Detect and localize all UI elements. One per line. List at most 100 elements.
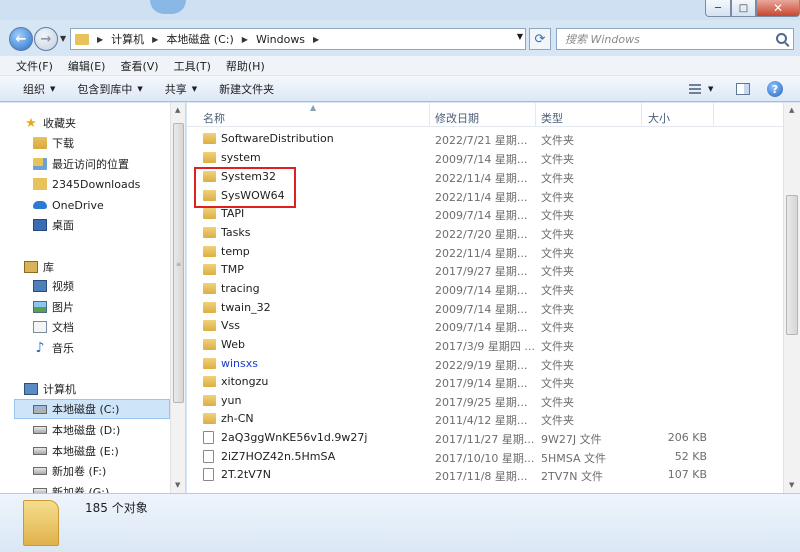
column-divider[interactable]	[535, 103, 536, 127]
breadcrumb-windows[interactable]: Windows	[256, 33, 305, 46]
file-list-scroll-thumb[interactable]	[786, 195, 798, 335]
column-type[interactable]: 类型	[541, 110, 563, 126]
music-icon: ♪	[35, 340, 45, 356]
column-size[interactable]: 大小	[648, 110, 670, 126]
file-row[interactable]: Vss 2009/7/14 星期... 文件夹	[187, 316, 777, 335]
star-icon: ★	[25, 115, 37, 131]
chevron-right-icon[interactable]: ▶	[97, 35, 103, 44]
nav-videos[interactable]: 视频	[33, 276, 185, 296]
nav-onedrive[interactable]: OneDrive	[33, 195, 185, 215]
downloads-folder-icon	[33, 137, 47, 149]
column-divider[interactable]	[641, 103, 642, 127]
file-row[interactable]: yun 2017/9/25 星期... 文件夹	[187, 391, 777, 410]
forward-button[interactable]: →	[34, 27, 58, 51]
close-button[interactable]: ✕	[756, 0, 800, 17]
file-type: 文件夹	[541, 303, 574, 316]
title-bar[interactable]: ─ □ ✕	[0, 0, 800, 20]
nav-libraries[interactable]: 库	[24, 257, 185, 277]
menu-edit[interactable]: 编辑(E)	[68, 58, 106, 74]
help-icon[interactable]: ?	[767, 81, 783, 97]
file-row[interactable]: zh-CN 2011/4/12 星期... 文件夹	[187, 409, 777, 428]
file-row[interactable]: Web 2017/3/9 星期四 ... 文件夹	[187, 335, 777, 354]
nav-music[interactable]: ♪ 音乐	[33, 338, 185, 358]
scroll-up-icon[interactable]: ▲	[175, 106, 180, 114]
file-row[interactable]: 2T.2tV7N 2017/11/8 星期... 2TV7N 文件 107 KB	[187, 465, 777, 484]
file-row[interactable]: twain_32 2009/7/14 星期... 文件夹	[187, 298, 777, 317]
file-size: 52 KB	[674, 450, 707, 463]
file-row[interactable]: SoftwareDistribution 2022/7/21 星期... 文件夹	[187, 129, 777, 148]
share-label: 共享	[164, 82, 187, 96]
nav-drive-e[interactable]: 本地磁盘 (E:)	[33, 441, 185, 461]
breadcrumb-computer[interactable]: 计算机	[111, 31, 144, 47]
file-row[interactable]: Tasks 2022/7/20 星期... 文件夹	[187, 223, 777, 242]
nav-drive-d[interactable]: 本地磁盘 (D:)	[33, 420, 185, 440]
file-row[interactable]: TMP 2017/9/27 星期... 文件夹	[187, 260, 777, 279]
chevron-down-icon[interactable]: ▼	[708, 81, 713, 97]
chevron-right-icon[interactable]: ▶	[242, 35, 248, 44]
nav-scrollbar[interactable]: ▲ ≡ ▼	[170, 103, 185, 493]
recent-pages-dropdown[interactable]: ▼	[60, 34, 66, 43]
folder-icon	[203, 395, 216, 406]
nav-desktop[interactable]: 桌面	[33, 215, 185, 235]
nav-2345downloads[interactable]: 2345Downloads	[33, 174, 185, 194]
file-row[interactable]: xitongzu 2017/9/14 星期... 文件夹	[187, 372, 777, 391]
new-folder-button[interactable]: 新建文件夹	[219, 81, 274, 97]
nav-label: 下载	[52, 137, 74, 150]
search-icon[interactable]	[776, 33, 787, 44]
nav-label: 文档	[52, 321, 74, 334]
refresh-button[interactable]: ⟳	[529, 28, 551, 50]
nav-drive-f[interactable]: 新加卷 (F:)	[33, 461, 185, 481]
nav-downloads[interactable]: 下载	[33, 133, 185, 153]
menu-tools[interactable]: 工具(T)	[174, 58, 211, 74]
preview-pane-icon[interactable]	[736, 83, 750, 95]
nav-documents[interactable]: 文档	[33, 317, 185, 337]
chevron-right-icon[interactable]: ▶	[313, 35, 319, 44]
file-row[interactable]: tracing 2009/7/14 星期... 文件夹	[187, 279, 777, 298]
nav-pictures[interactable]: 图片	[33, 297, 185, 317]
nav-drive-c[interactable]: 本地磁盘 (C:)	[14, 399, 170, 419]
file-row[interactable]: 2iZ7HOZ42n.5HmSA 2017/10/10 星期... 5HMSA 文件…	[187, 447, 777, 466]
menu-file[interactable]: 文件(F)	[16, 58, 53, 74]
file-type: 文件夹	[541, 153, 574, 166]
view-options-icon[interactable]	[688, 81, 702, 97]
breadcrumb-drive-c[interactable]: 本地磁盘 (C:)	[166, 31, 233, 47]
file-date: 2022/11/4 星期...	[435, 172, 528, 185]
column-divider[interactable]	[429, 103, 430, 127]
sort-ascending-icon: ▲	[310, 103, 317, 112]
nav-recent-places[interactable]: 最近访问的位置	[33, 154, 185, 174]
nav-computer[interactable]: 计算机	[24, 379, 185, 399]
chevron-right-icon[interactable]: ▶	[152, 35, 158, 44]
scroll-down-icon[interactable]: ▼	[789, 481, 794, 489]
menu-view[interactable]: 查看(V)	[120, 58, 158, 74]
file-row[interactable]: winsxs 2022/9/19 星期... 文件夹	[187, 354, 777, 373]
column-divider[interactable]	[713, 103, 714, 127]
file-date: 2017/9/14 星期...	[435, 377, 528, 390]
file-date: 2022/7/20 星期...	[435, 228, 528, 241]
column-date[interactable]: 修改日期	[435, 110, 479, 126]
highlight-annotation	[194, 167, 296, 208]
column-name[interactable]: 名称	[203, 110, 225, 126]
library-icon	[24, 261, 38, 273]
nav-label: 本地磁盘 (D:)	[52, 424, 121, 437]
file-row[interactable]: temp 2022/11/4 星期... 文件夹	[187, 242, 777, 261]
file-row[interactable]: 2aQ3ggWnKE56v1d.9w27j 2017/11/27 星期... 9W2…	[187, 428, 777, 447]
search-input[interactable]: 搜索 Windows	[556, 28, 794, 50]
scroll-down-icon[interactable]: ▼	[175, 481, 180, 489]
maximize-button[interactable]: □	[731, 0, 756, 17]
minimize-button[interactable]: ─	[705, 0, 731, 17]
share-button[interactable]: 共享 ▼	[165, 81, 197, 97]
organize-button[interactable]: 组织 ▼	[23, 81, 55, 97]
include-in-library-button[interactable]: 包含到库中 ▼	[77, 81, 142, 97]
back-button[interactable]: ←	[9, 27, 33, 51]
nav-favorites[interactable]: ★ 收藏夹	[24, 113, 185, 133]
nav-drive-g[interactable]: 新加卷 (G:)	[33, 482, 185, 493]
file-row[interactable]: system 2009/7/14 星期... 文件夹	[187, 148, 777, 167]
menu-help[interactable]: 帮助(H)	[226, 58, 265, 74]
folder-icon	[75, 33, 89, 45]
grip-icon: ≡	[176, 261, 182, 268]
file-name: TAPI	[221, 207, 245, 220]
file-list-scrollbar[interactable]: ▲ ▼	[783, 103, 800, 493]
chevron-down-icon[interactable]: ▼	[517, 32, 523, 41]
scroll-up-icon[interactable]: ▲	[789, 106, 794, 114]
address-bar[interactable]: ▶ 计算机 ▶ 本地磁盘 (C:) ▶ Windows ▶ ▼	[70, 28, 526, 50]
